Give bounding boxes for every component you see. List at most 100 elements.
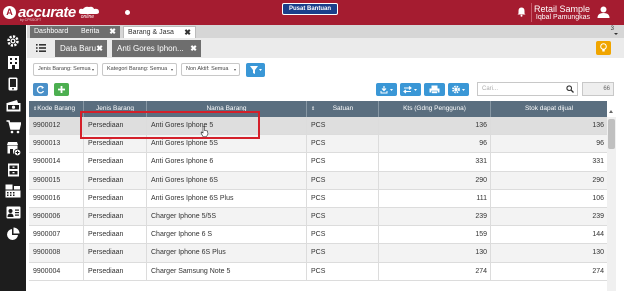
- chevron-down-icon: [171, 69, 173, 71]
- cell-name: Anti Gores Iphone 6: [147, 153, 307, 172]
- import-button[interactable]: [376, 83, 397, 96]
- cell-type: Persediaan: [84, 262, 147, 281]
- cell-type: Persediaan: [84, 153, 147, 172]
- cashier-icon[interactable]: [0, 181, 26, 203]
- table-row[interactable]: 9900015 Persediaan Anti Gores Iphone 6S PCS…: [29, 171, 607, 190]
- table-row[interactable]: 9900014 Persediaan Anti Gores Iphone 6 PCS 3…: [29, 153, 607, 172]
- sub-bar: Data Baru ✖ Anti Gores Iphon... ✖: [27, 38, 624, 58]
- subtab-anti-gores[interactable]: Anti Gores Iphon... ✖: [112, 40, 201, 57]
- cell-stock: 274: [592, 267, 604, 275]
- cell-type: Persediaan: [84, 189, 147, 208]
- account-icon[interactable]: [0, 202, 26, 224]
- cell-name: Charger Iphone 6S Plus: [147, 244, 307, 263]
- logo-subtitle: by CPSSOFT: [20, 18, 42, 22]
- add-button[interactable]: [54, 83, 69, 96]
- cell-qty: 331: [379, 153, 491, 172]
- building-icon[interactable]: [0, 52, 26, 74]
- cell-name: Charger Samsung Note 5: [147, 262, 307, 281]
- funnel-icon: [250, 66, 262, 74]
- cell-unit: PCS: [307, 226, 379, 245]
- cell-unit: PCS: [307, 153, 379, 172]
- close-icon[interactable]: ✖: [190, 40, 197, 57]
- table-row[interactable]: 9900004 Persediaan Charger Samsung Note 5P…: [29, 262, 607, 281]
- search-input[interactable]: Cari...: [477, 82, 578, 96]
- table-row[interactable]: 9900016 Persediaan Anti Gores Iphone 6S Pl…: [29, 189, 607, 208]
- chevron-down-icon[interactable]: [614, 33, 618, 35]
- list-menu-icon[interactable]: [31, 40, 50, 56]
- cell-stock: 96: [596, 140, 604, 148]
- user-name[interactable]: Iqbal Pamungkas: [536, 14, 590, 21]
- tab-label: Berita: [81, 28, 100, 35]
- filter-funnel-button[interactable]: [246, 63, 265, 77]
- lightbulb-icon[interactable]: [596, 41, 611, 55]
- top-bar: A accurate online by CPSSOFT Pusat Bantu…: [0, 0, 624, 25]
- cell-code: 9900007: [29, 226, 84, 245]
- mobile-icon[interactable]: [0, 73, 26, 95]
- tab-berita[interactable]: Berita ✖: [77, 26, 120, 38]
- accurate-logo[interactable]: A accurate online: [3, 4, 102, 21]
- tab-dashboard[interactable]: Dashboard: [30, 26, 84, 38]
- tab-label: Dashboard: [34, 28, 69, 35]
- cell-unit: PCS: [307, 171, 379, 190]
- print-button[interactable]: [424, 83, 445, 96]
- cell-qty: 290: [379, 171, 491, 190]
- refresh-button[interactable]: [33, 83, 48, 96]
- status-dot: [125, 10, 130, 15]
- table-row[interactable]: 9900006 Persediaan Charger Iphone 5/5S PCS 2…: [29, 207, 607, 227]
- table-row[interactable]: 9900007 Persediaan Charger Iphone 6 S PCS 15…: [29, 226, 607, 245]
- cell-name: Charger Iphone 6 S: [147, 226, 307, 245]
- shop-add-icon[interactable]: [0, 138, 26, 160]
- cell-stock: 239: [592, 212, 604, 220]
- cell-name: Charger Iphone 5/5S: [147, 207, 307, 226]
- transfer-button[interactable]: [400, 83, 421, 96]
- gear-icon[interactable]: [0, 30, 26, 52]
- filter-label: Jenis Barang: Semua: [38, 66, 91, 72]
- cell-code: 9900012: [29, 117, 84, 135]
- subtab-data-baru[interactable]: Data Baru ✖: [55, 40, 107, 57]
- col-header-stock[interactable]: Stok dapat dijual: [491, 101, 607, 117]
- tab-barang-jasa[interactable]: Barang & Jasa ✖: [123, 26, 196, 38]
- cell-code: 9900006: [29, 207, 84, 226]
- cell-unit: PCS: [307, 244, 379, 263]
- cell-qty: 111: [379, 189, 491, 208]
- logo-online: online: [80, 13, 95, 20]
- cart-icon[interactable]: [0, 116, 26, 138]
- search-icon[interactable]: [566, 85, 574, 98]
- bell-icon[interactable]: [517, 7, 526, 19]
- scrollbar-thumb[interactable]: [608, 119, 615, 149]
- cell-type: Persediaan: [84, 171, 147, 190]
- cell-code: 9900008: [29, 244, 84, 263]
- scroll-up-icon[interactable]: [609, 110, 613, 113]
- cell-code: 9900015: [29, 171, 84, 190]
- org-name[interactable]: Retail Sample: [534, 4, 590, 14]
- money-icon[interactable]: [0, 95, 26, 117]
- col-header-qty[interactable]: Kts (Gdng Pengguna): [379, 101, 491, 117]
- close-icon[interactable]: ✖: [96, 40, 103, 57]
- tab-label: Barang & Jasa: [128, 29, 174, 36]
- plus-icon: [58, 86, 65, 93]
- filter-item-category[interactable]: Kategori Barang: Semua: [102, 63, 177, 76]
- cell-unit: PCS: [307, 207, 379, 226]
- warehouse-icon[interactable]: [0, 159, 26, 181]
- cell-name: Anti Gores Iphone 6S: [147, 171, 307, 190]
- cell-name: Anti Gores Iphone 6S Plus: [147, 189, 307, 208]
- help-center-button[interactable]: Pusat Bantuan: [282, 3, 339, 15]
- cell-type: Persediaan: [84, 244, 147, 263]
- refresh-icon: [36, 85, 45, 94]
- table-row[interactable]: 9900008 Persediaan Charger Iphone 6S Plus P…: [29, 244, 607, 263]
- cell-code: 9900016: [29, 189, 84, 208]
- tab-count[interactable]: 3: [611, 26, 614, 32]
- cell-stock: 290: [592, 176, 604, 184]
- filter-item-type[interactable]: Jenis Barang: Semua: [33, 63, 98, 76]
- cell-type: Persediaan: [84, 207, 147, 226]
- sidebar: [0, 25, 26, 291]
- col-header-code[interactable]: ⇕Kode Barang: [29, 101, 84, 117]
- logo-mark-icon: A: [3, 6, 16, 19]
- cell-qty: 239: [379, 207, 491, 226]
- pie-chart-icon[interactable]: [0, 224, 26, 246]
- col-header-unit[interactable]: ⇕ Satuan: [307, 101, 379, 117]
- filter-inactive[interactable]: Non Aktif: Semua: [181, 63, 240, 76]
- user-avatar-icon[interactable]: [597, 6, 610, 20]
- close-icon[interactable]: ✖: [109, 26, 116, 38]
- settings-button[interactable]: [448, 83, 469, 96]
